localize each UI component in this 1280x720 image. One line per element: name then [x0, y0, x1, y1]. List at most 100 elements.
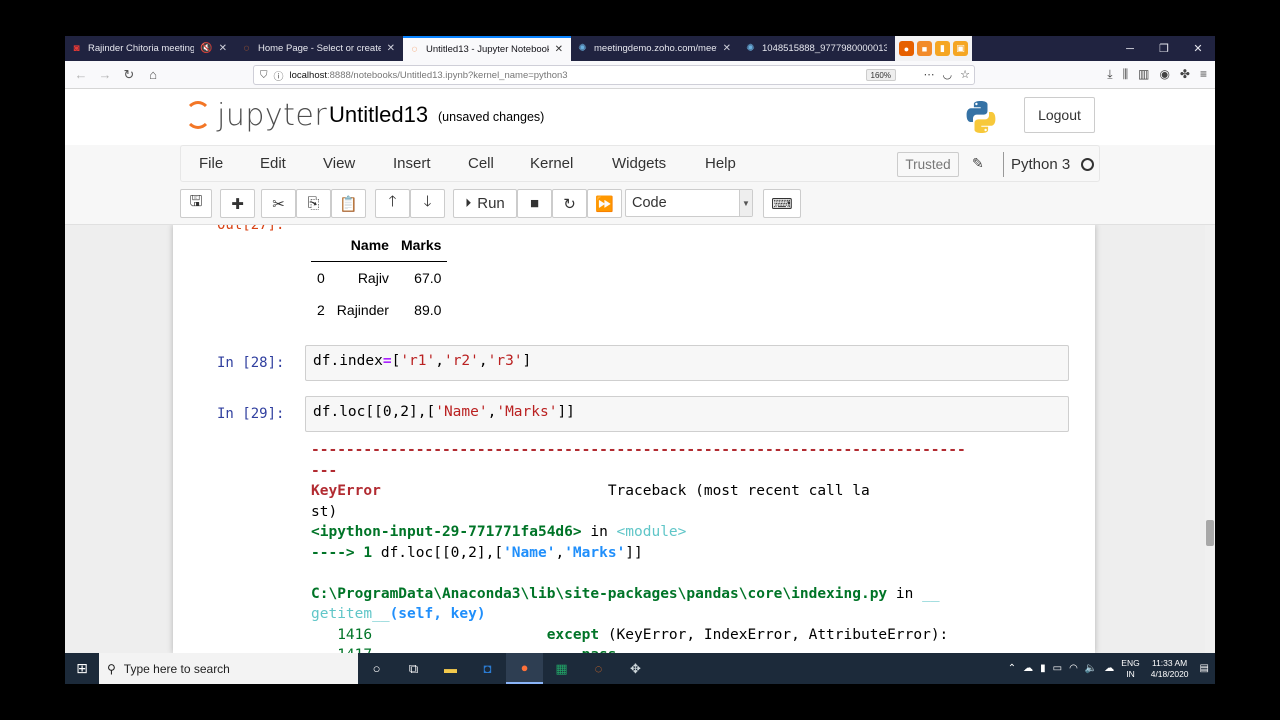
- command-palette-button[interactable]: ⌨: [763, 189, 801, 218]
- minimize-icon[interactable]: ─: [1113, 43, 1147, 55]
- trusted-badge[interactable]: Trusted: [897, 152, 959, 177]
- insert-cell-button[interactable]: ✚: [220, 189, 255, 218]
- close-icon[interactable]: ✕: [219, 43, 227, 54]
- jupyter-logo[interactable]: jupyter: [183, 97, 327, 133]
- mute-icon[interactable]: 🔇: [200, 43, 212, 54]
- excel-icon[interactable]: ▦: [543, 653, 580, 684]
- move-up-button[interactable]: 🡑: [375, 189, 410, 218]
- clock-time: 11:33 AM: [1151, 657, 1188, 668]
- code-cell-28[interactable]: df.index=['r1','r2','r3']: [305, 345, 1069, 381]
- camera-icon[interactable]: ■: [917, 41, 932, 56]
- edit-pencil-icon[interactable]: ✎: [972, 155, 984, 172]
- language-code: ENG: [1121, 657, 1140, 668]
- save-button[interactable]: 🖫: [180, 189, 212, 218]
- menu-kernel[interactable]: Kernel: [530, 155, 573, 172]
- restart-run-all-button[interactable]: ⏩: [587, 189, 622, 218]
- notifications-icon[interactable]: ▤: [1200, 663, 1209, 674]
- reload-icon[interactable]: ↻: [117, 67, 141, 83]
- tab-home-page[interactable]: ◌ Home Page - Select or create a ✕: [235, 36, 403, 61]
- tab-meeting-id[interactable]: ✺ 1048515888_9777980000013: [739, 36, 895, 61]
- cell-type-select[interactable]: Code ▼: [625, 189, 753, 217]
- function-args: (self, key): [389, 606, 486, 622]
- pocket-icon[interactable]: ◡: [943, 68, 953, 81]
- battery-icon[interactable]: ▭: [1053, 663, 1062, 674]
- page-scrollbar[interactable]: [1205, 225, 1215, 653]
- home-icon[interactable]: ⌂: [141, 67, 165, 82]
- url-bar[interactable]: ⛉ ⓘ localhost:8888/notebooks/Untitled13.…: [253, 65, 975, 85]
- restore-icon[interactable]: ❐: [1147, 42, 1181, 55]
- menu-widgets[interactable]: Widgets: [612, 155, 666, 172]
- task-view-icon[interactable]: ⧉: [395, 653, 432, 684]
- download-icon[interactable]: ⤓: [1107, 67, 1112, 82]
- function-name: getitem__: [311, 606, 390, 622]
- sidebar-icon[interactable]: ▥: [1138, 67, 1149, 82]
- paste-button[interactable]: 📋: [331, 189, 366, 218]
- move-down-button[interactable]: 🡓: [410, 189, 445, 218]
- screen-share-icon[interactable]: ▣: [953, 41, 968, 56]
- close-window-icon[interactable]: ✕: [1181, 42, 1215, 55]
- globe-icon: ✺: [578, 43, 587, 54]
- paste-icon: 📋: [339, 195, 358, 213]
- more-icon[interactable]: ⋯: [924, 68, 935, 81]
- bookmark-star-icon[interactable]: ☆: [960, 68, 970, 81]
- interrupt-button[interactable]: ■: [517, 189, 552, 218]
- app-icon[interactable]: ✥: [617, 653, 654, 684]
- windows-start-icon[interactable]: ⊞: [65, 653, 99, 684]
- firefox-taskbar-icon[interactable]: ●: [506, 653, 543, 684]
- notebook-title[interactable]: Untitled13: [329, 102, 428, 128]
- shield-icon[interactable]: ⛉: [260, 70, 268, 81]
- logout-button[interactable]: Logout: [1024, 97, 1095, 133]
- zoom-level[interactable]: 160%: [865, 69, 896, 81]
- error-separator: ----------------------------------------…: [311, 442, 966, 458]
- code-cell-29[interactable]: df.loc[[0,2],['Name','Marks']]: [305, 396, 1069, 432]
- back-icon[interactable]: ←: [69, 67, 93, 82]
- restart-button[interactable]: ↻: [552, 189, 587, 218]
- input-reference: <ipython-input-29-771771fa54d6>: [311, 524, 582, 540]
- extensions-icon[interactable]: ✤: [1180, 67, 1190, 82]
- menu-insert[interactable]: Insert: [393, 155, 431, 172]
- tab-label: Rajinder Chitoria meeting: [88, 43, 195, 54]
- cloud-icon[interactable]: ☁: [1023, 663, 1033, 674]
- chevron-up-icon[interactable]: ⌃: [1008, 663, 1016, 674]
- close-icon[interactable]: ✕: [387, 43, 395, 54]
- code-token: [: [391, 353, 401, 369]
- file-explorer-icon[interactable]: ▬: [432, 653, 469, 684]
- jupyter-taskbar-icon[interactable]: ◌: [580, 653, 617, 684]
- cut-button[interactable]: ✂: [261, 189, 296, 218]
- microphone-tray-icon[interactable]: ▮: [1040, 663, 1046, 674]
- notebook-toolbar: 🖫 ✚ ✂ ⎘ 📋 🡑 🡓 ⏵ Run ■ ↻ ⏩ Code ▼ ⌨: [180, 188, 1100, 222]
- clock[interactable]: 11:33 AM 4/18/2020: [1151, 658, 1189, 680]
- menu-icon[interactable]: ≡: [1200, 67, 1207, 82]
- tab-zoho-meeting[interactable]: ◙ Rajinder Chitoria meeting 🔇 ✕: [65, 36, 235, 61]
- copy-button[interactable]: ⎘: [296, 189, 331, 218]
- menu-edit[interactable]: Edit: [260, 155, 286, 172]
- close-icon[interactable]: ✕: [723, 43, 731, 54]
- library-icon[interactable]: ⫼: [1123, 67, 1129, 82]
- close-icon[interactable]: ✕: [555, 44, 563, 55]
- menu-cell[interactable]: Cell: [468, 155, 494, 172]
- forward-icon[interactable]: →: [93, 67, 117, 82]
- run-button[interactable]: ⏵ Run: [453, 189, 517, 218]
- globe-icon: ✺: [746, 43, 755, 54]
- language-indicator[interactable]: ENG IN: [1121, 658, 1139, 680]
- scrollbar-thumb[interactable]: [1206, 520, 1214, 546]
- firefox-icon[interactable]: ●: [899, 41, 914, 56]
- tab-zoho-meeting-url[interactable]: ✺ meetingdemo.zoho.com/meeti ✕: [571, 36, 739, 61]
- menu-file[interactable]: File: [199, 155, 223, 172]
- taskbar-search[interactable]: ⚲ Type here to search: [99, 653, 358, 684]
- onedrive-icon[interactable]: ☁: [1104, 663, 1114, 674]
- info-icon[interactable]: ⓘ: [274, 68, 284, 83]
- table-cell: 2: [317, 302, 325, 318]
- url-path: :8888/notebooks/Untitled13.ipynb?kernel_…: [327, 69, 568, 81]
- wifi-icon[interactable]: ◠: [1069, 663, 1078, 674]
- tab-untitled13[interactable]: ◌ Untitled13 - Jupyter Notebook ✕: [403, 36, 571, 61]
- account-icon[interactable]: ◉: [1159, 67, 1169, 82]
- menu-help[interactable]: Help: [705, 155, 736, 172]
- menu-view[interactable]: View: [323, 155, 355, 172]
- volume-icon[interactable]: 🔈: [1085, 663, 1097, 674]
- cortana-icon[interactable]: ○: [358, 653, 395, 684]
- outlook-icon[interactable]: ◘: [469, 653, 506, 684]
- microphone-icon[interactable]: ▮: [935, 41, 950, 56]
- table-row: 0 Rajiv 67.0: [311, 262, 447, 295]
- kernel-name[interactable]: Python 3: [1003, 152, 1070, 177]
